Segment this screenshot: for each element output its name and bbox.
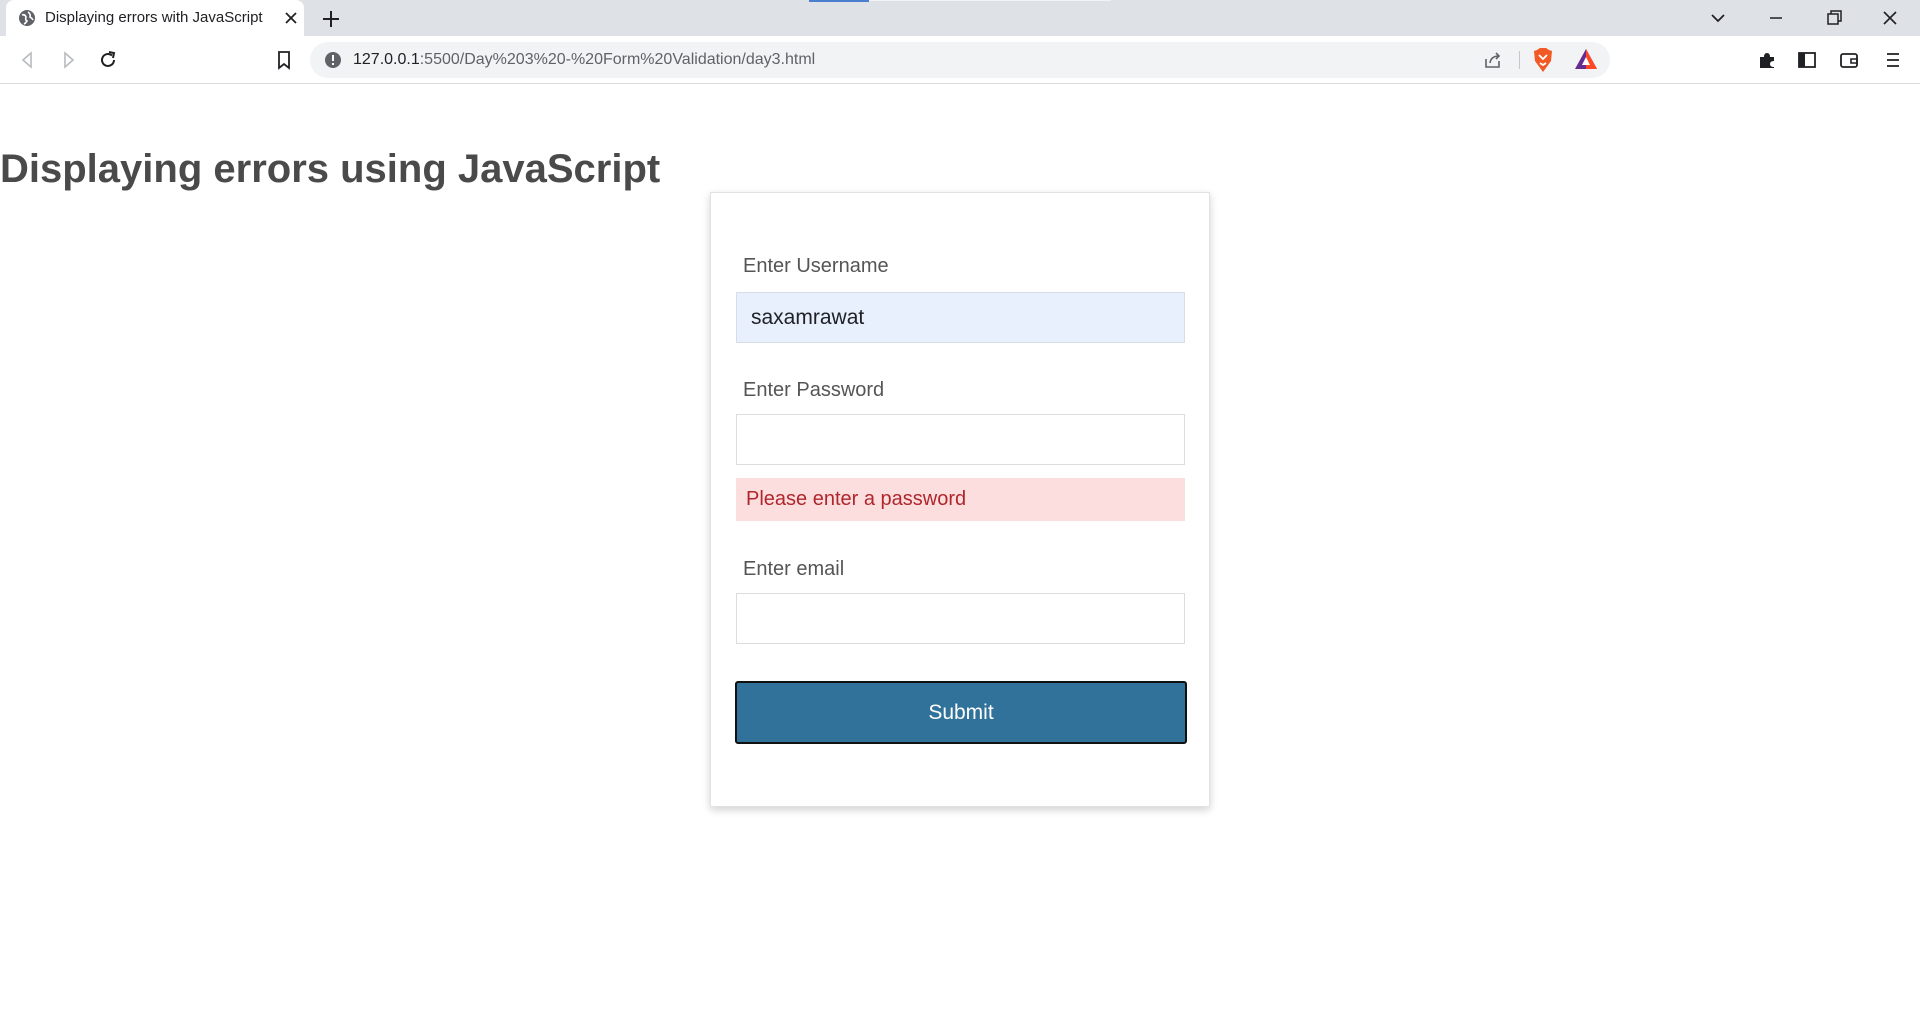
reload-icon[interactable] — [97, 49, 119, 71]
restore-icon[interactable] — [1822, 6, 1846, 30]
email-input[interactable] — [736, 593, 1185, 644]
globe-icon — [19, 10, 35, 26]
address-host: 127.0.0.1 — [353, 51, 420, 68]
minimize-icon[interactable] — [1764, 6, 1788, 30]
username-label: Enter Username — [743, 255, 889, 277]
password-input[interactable] — [736, 414, 1185, 465]
wallet-icon[interactable] — [1838, 49, 1860, 71]
close-window-icon[interactable] — [1878, 6, 1902, 30]
forward-arrow-icon[interactable] — [57, 49, 79, 71]
active-tab[interactable]: Displaying errors with JavaScript — [6, 0, 304, 36]
share-icon[interactable] — [1482, 49, 1504, 71]
hamburger-menu-icon[interactable] — [1882, 49, 1904, 71]
bat-triangle-icon[interactable] — [1574, 48, 1598, 70]
puzzle-icon[interactable] — [1756, 49, 1778, 71]
tab-strip-indicator — [809, 0, 869, 2]
close-icon[interactable] — [282, 9, 300, 27]
sidebar-icon[interactable] — [1796, 49, 1818, 71]
password-label: Enter Password — [743, 379, 885, 401]
address-url[interactable]: 127.0.0.1:5500/Day%203%20-%20Form%20Vali… — [353, 51, 815, 69]
browser-toolbar: 127.0.0.1:5500/Day%203%20-%20Form%20Vali… — [0, 36, 1920, 84]
address-bar-divider — [1519, 51, 1520, 69]
page-title: Displaying errors using JavaScript — [0, 147, 661, 191]
tab-title: Displaying errors with JavaScript — [45, 9, 263, 26]
address-path: :5500/Day%203%20-%20Form%20Validation/da… — [419, 51, 816, 68]
brave-lion-icon[interactable] — [1532, 47, 1554, 73]
bookmark-icon[interactable] — [273, 49, 295, 71]
password-error-message: Please enter a password — [736, 478, 1185, 521]
tab-strip-indicator-secondary — [869, 0, 1111, 1]
address-bar[interactable]: 127.0.0.1:5500/Day%203%20-%20Form%20Vali… — [310, 42, 1610, 78]
submit-button[interactable]: Submit — [735, 681, 1187, 744]
username-input[interactable] — [736, 292, 1185, 343]
info-icon[interactable] — [324, 51, 342, 69]
tab-search-chevron-down-icon[interactable] — [1706, 6, 1730, 30]
browser-titlebar: Displaying errors with JavaScript — [0, 0, 1920, 36]
signup-form: Enter Username Enter Password Please ent… — [710, 192, 1210, 807]
email-label: Enter email — [743, 558, 845, 580]
plus-icon[interactable] — [320, 8, 342, 30]
back-arrow-icon[interactable] — [17, 49, 39, 71]
